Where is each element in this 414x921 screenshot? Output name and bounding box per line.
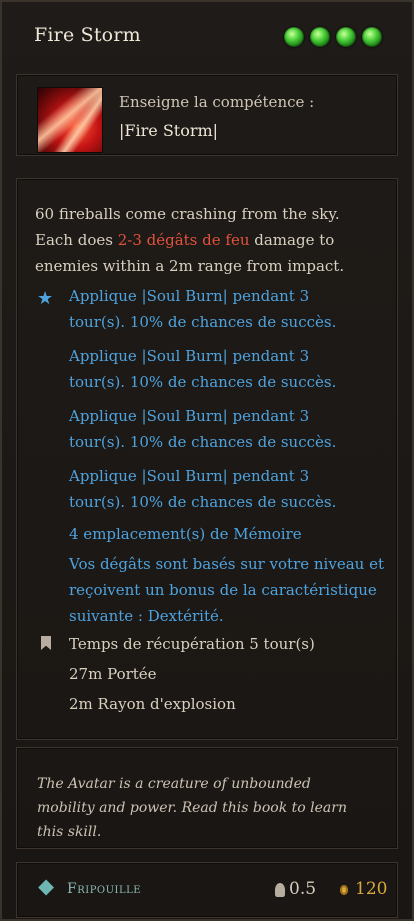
item-weight: 0.5 (289, 879, 317, 899)
teach-skill-box: Enseigne la compétence : |Fire Storm| (16, 74, 398, 156)
memory-orb-icon (284, 27, 304, 47)
rogue-class-icon: ⯁ (37, 877, 55, 902)
class-name: Fripouille (67, 881, 142, 897)
bookmark-icon (41, 636, 51, 650)
item-value: 120 (355, 879, 388, 899)
range-stat: 27m Portée (69, 665, 157, 683)
item-tooltip: Fire Storm Enseigne la compétence : |Fir… (0, 0, 414, 921)
star-icon: ★ (37, 288, 54, 309)
damage-value: 2-3 dégâts de feu (117, 231, 250, 249)
skill-details: 60 fireballs come crashing from the sky.… (16, 178, 398, 740)
weight-icon (275, 883, 285, 897)
fire-storm-icon (37, 87, 103, 153)
flavor-text: The Avatar is a creature of unbounded mo… (37, 776, 347, 840)
effect-text: Applique |Soul Burn| pendant 3 tour(s). … (69, 467, 337, 511)
effect-text: Applique |Soul Burn| pendant 3 tour(s). … (69, 347, 337, 391)
tooltip-footer: ⯁ Fripouille 0.5 120 (16, 862, 398, 918)
damage-scaling: Vos dégâts sont basés sur votre niveau e… (69, 555, 384, 625)
skill-title: Fire Storm (34, 24, 141, 46)
flavor-box: The Avatar is a creature of unbounded mo… (16, 747, 398, 849)
memory-orbs (284, 27, 382, 47)
effect-text: Applique |Soul Burn| pendant 3 tour(s). … (69, 287, 337, 331)
radius-stat: 2m Rayon d'explosion (69, 695, 236, 713)
effect-text: Applique |Soul Burn| pendant 3 tour(s). … (69, 407, 337, 451)
cooldown-stat: Temps de récupération 5 tour(s) (69, 635, 315, 653)
gold-coin-icon (340, 885, 348, 895)
skill-description: 60 fireballs come crashing from the sky.… (35, 201, 365, 279)
teach-skill-name: |Fire Storm| (119, 121, 219, 140)
tooltip-header: Fire Storm (2, 2, 412, 74)
memory-orb-icon (310, 27, 330, 47)
memory-orb-icon (336, 27, 356, 47)
teach-label: Enseigne la compétence : (119, 93, 315, 111)
memory-slots: 4 emplacement(s) de Mémoire (69, 525, 302, 543)
memory-orb-icon (362, 27, 382, 47)
